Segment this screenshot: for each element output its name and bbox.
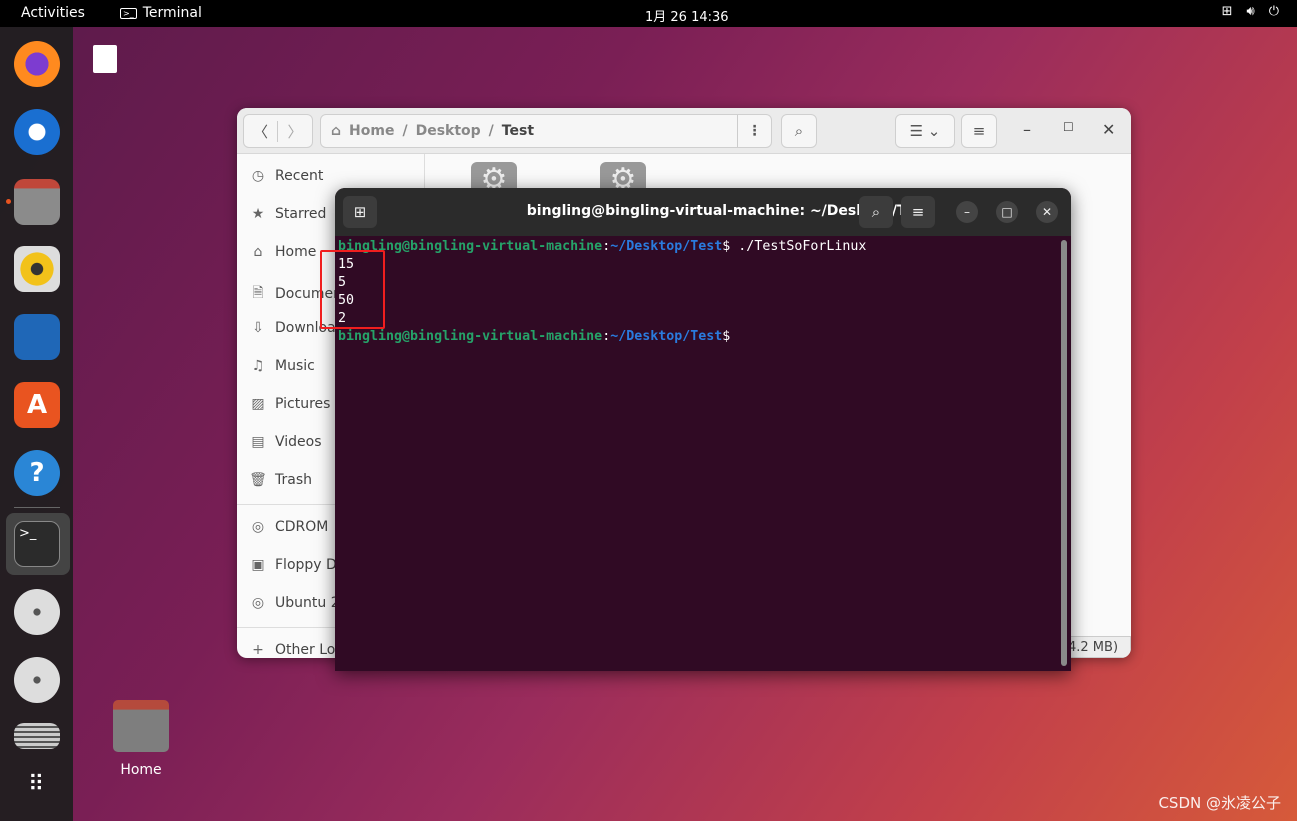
home-icon: ⌂ <box>253 244 263 260</box>
sidebar-item-starred[interactable]: ★ Starred <box>249 206 327 222</box>
back-button[interactable]: 〈 <box>244 120 279 142</box>
forward-button[interactable]: 〉 <box>278 121 312 142</box>
close-button[interactable]: ✕ <box>1036 201 1058 223</box>
output-line: 50 <box>338 293 355 308</box>
dock-separator <box>14 507 60 508</box>
clock[interactable]: 1月 26 14:36 <box>645 6 729 25</box>
volume-icon: 🔊︎ <box>1246 4 1255 19</box>
crumb-test[interactable]: Test <box>502 123 534 139</box>
dock-thunderbird[interactable] <box>14 109 60 155</box>
trash-icon: 🗑︎ <box>249 472 267 488</box>
minimize-button[interactable]: – <box>1023 120 1031 139</box>
prompt-line: bingling@bingling-virtual-machine:~/Desk… <box>338 329 731 344</box>
star-icon: ★ <box>251 206 265 222</box>
document-icon: 🗎︎ <box>252 285 264 301</box>
terminal-output[interactable]: bingling@bingling-virtual-machine:~/Desk… <box>335 236 1071 348</box>
music-icon: ♫ <box>251 358 265 374</box>
output-line: 2 <box>338 311 347 326</box>
close-button[interactable]: ✕ <box>1102 120 1115 139</box>
running-indicator <box>6 199 11 204</box>
desktop-file-icon[interactable] <box>93 45 117 73</box>
dock-floppy[interactable] <box>14 723 60 749</box>
terminal-window: ⊞ bingling@bingling-virtual-machine: ~/D… <box>335 188 1071 671</box>
dock-cd-drive-2[interactable] <box>14 657 60 703</box>
sidebar-item-pictures[interactable]: ▨ Pictures <box>249 396 330 412</box>
path-menu-button[interactable]: ⋮ <box>737 115 771 147</box>
menu-button[interactable]: ≡ <box>901 196 935 228</box>
disc-icon: ◎ <box>251 519 265 535</box>
clock-icon: ◷ <box>251 168 265 184</box>
download-icon: ⇩ <box>252 320 264 336</box>
crumb-desktop[interactable]: Desktop <box>416 123 481 139</box>
sidebar-item-music[interactable]: ♫ Music <box>249 358 315 374</box>
sidebar-item-videos[interactable]: ▤ Videos <box>249 434 321 450</box>
top-bar: Activities >_ Terminal 1月 26 14:36 ⊞ 🔊︎ ⏻ <box>0 0 1297 27</box>
sidebar-item-trash[interactable]: 🗑︎ Trash <box>249 472 312 488</box>
network-icon: ⊞ <box>1221 4 1233 19</box>
dock-help[interactable]: ? <box>14 450 60 496</box>
breadcrumb: ⌂ Home / Desktop / Test ⋮ <box>320 114 772 148</box>
activities-button[interactable]: Activities <box>21 5 85 21</box>
sidebar-item-home[interactable]: ⌂ Home <box>249 244 317 260</box>
minimize-button[interactable]: – <box>956 201 978 223</box>
picture-icon: ▨ <box>251 396 265 412</box>
plus-icon: + <box>252 642 264 658</box>
output-line: 5 <box>338 275 347 290</box>
home-icon: ⌂ <box>331 123 342 139</box>
scrollbar[interactable] <box>1061 240 1067 666</box>
dock-firefox[interactable] <box>14 41 60 87</box>
search-button[interactable]: ⌕ <box>859 196 893 228</box>
dock-cd-drive[interactable] <box>14 589 60 635</box>
status-floating-bar: 4.2 MB) <box>1063 636 1131 658</box>
file-manager-headerbar: 〈〉 ⌂ Home / Desktop / Test ⋮ ⌕ ☰ ⌄ ≡ – ☐ ✕ <box>237 108 1131 154</box>
view-toggle-button[interactable]: ☰ ⌄ <box>895 114 955 148</box>
dock: A ? >_ ⠿ <box>0 27 73 821</box>
app-menu[interactable]: >_ Terminal <box>120 5 202 21</box>
sidebar-item-ubuntu[interactable]: ◎ Ubuntu 2 <box>249 595 340 611</box>
main-menu-button[interactable]: ≡ <box>961 114 997 148</box>
dock-files[interactable] <box>14 179 60 225</box>
nav-buttons: 〈〉 <box>243 114 313 148</box>
system-tray[interactable]: ⊞ 🔊︎ ⏻ <box>1222 4 1279 19</box>
maximize-button[interactable]: □ <box>996 201 1018 223</box>
maximize-button[interactable]: ☐ <box>1063 120 1074 134</box>
dock-writer[interactable] <box>14 314 60 360</box>
sidebar-item-cdrom[interactable]: ◎ CDROM <box>249 519 329 535</box>
film-icon: ▤ <box>251 434 265 450</box>
prompt-line: bingling@bingling-virtual-machine:~/Desk… <box>338 239 867 254</box>
dock-terminal[interactable]: >_ <box>14 521 60 567</box>
terminal-icon: >_ <box>120 7 137 19</box>
disc-icon: ◎ <box>251 595 265 611</box>
watermark: CSDN @氷凌公子 <box>1158 794 1281 812</box>
power-icon: ⏻ <box>1268 4 1279 19</box>
sidebar-item-recent[interactable]: ◷ Recent <box>249 168 324 184</box>
terminal-headerbar: ⊞ bingling@bingling-virtual-machine: ~/D… <box>335 188 1071 236</box>
dock-rhythmbox[interactable] <box>14 246 60 292</box>
desktop-home-folder[interactable]: Home <box>108 700 174 778</box>
crumb-home[interactable]: Home <box>349 123 394 139</box>
search-button[interactable]: ⌕ <box>781 114 817 148</box>
floppy-icon: ▣ <box>251 557 265 573</box>
dock-software[interactable]: A <box>14 382 60 428</box>
highlight-box <box>320 250 385 329</box>
show-applications-icon[interactable]: ⠿ <box>14 761 60 807</box>
output-line: 15 <box>338 257 355 272</box>
home-folder-icon <box>113 700 169 752</box>
